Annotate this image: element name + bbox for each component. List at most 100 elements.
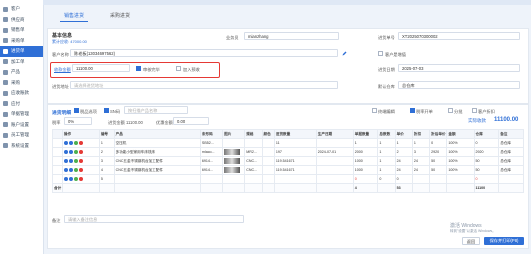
save-print-button[interactable]: 保存并打印(P8): [484, 237, 524, 245]
cell-n1[interactable]: 1: [377, 147, 396, 157]
cell-warehouse[interactable]: 总仓库: [498, 165, 524, 175]
sidebar-item[interactable]: 单据管理: [0, 109, 43, 120]
sidebar-item[interactable]: 产品: [0, 67, 43, 78]
cell-amount[interactable]: 0: [473, 174, 500, 184]
product-image-cell[interactable]: [222, 147, 246, 157]
cell-color[interactable]: [261, 156, 275, 166]
cell-barcode[interactable]: SB52...: [199, 138, 224, 148]
row-select-cell[interactable]: [52, 174, 63, 184]
cell-spec[interactable]: CNC...: [244, 165, 263, 175]
opt2-checkbox[interactable]: [104, 108, 109, 113]
move-icon[interactable]: [73, 158, 78, 163]
copy-icon[interactable]: [68, 140, 73, 145]
column-header[interactable]: 操作: [61, 129, 100, 139]
copy-icon[interactable]: [68, 158, 73, 163]
discount-field[interactable]: 0.00: [173, 117, 209, 125]
sidebar-item[interactable]: 采购: [0, 78, 43, 89]
sidebar-item[interactable]: 应付: [0, 99, 43, 110]
delete-icon[interactable]: [78, 167, 83, 172]
column-header[interactable]: 折后单价: [429, 129, 448, 139]
cell-date[interactable]: 2024-07-01: [315, 147, 354, 157]
cell-price[interactable]: 1: [411, 138, 431, 148]
prepay-checkbox[interactable]: [176, 66, 181, 71]
right-option-checkbox[interactable]: [372, 108, 377, 113]
cell-product[interactable]: 空压机: [113, 138, 201, 148]
column-header[interactable]: 生产日期: [315, 129, 354, 139]
cell-price[interactable]: [411, 174, 431, 184]
cell-n1[interactable]: 1: [377, 156, 396, 166]
cell-disc[interactable]: [429, 174, 448, 184]
column-header[interactable]: 产品: [113, 129, 201, 139]
customer-field[interactable]: 陈老板(13034697562): [70, 49, 338, 57]
cell-doc_qty[interactable]: 0: [352, 174, 379, 184]
move-icon[interactable]: [73, 167, 78, 172]
cell-dprice[interactable]: 100%: [446, 138, 475, 148]
cell-warehouse[interactable]: 总仓库: [498, 156, 524, 166]
address-field[interactable]: 请选择进货地址: [70, 81, 338, 89]
cell-no[interactable]: 2: [98, 147, 115, 157]
cell-no[interactable]: 1: [98, 138, 115, 148]
cell-barcode[interactable]: 6914...: [199, 165, 224, 175]
table-row[interactable]: 1 空压机 SB52... 11 1 1 1 1 0 100% 0 总仓库: [52, 138, 524, 148]
date-field[interactable]: 2025-07-03: [398, 64, 520, 72]
copy-icon[interactable]: [68, 149, 73, 154]
cell-date[interactable]: [315, 174, 354, 184]
right-option-checkbox[interactable]: [472, 108, 477, 113]
table-row[interactable]: 50000: [52, 174, 524, 184]
delete-icon[interactable]: [78, 158, 83, 163]
add-icon[interactable]: [63, 176, 68, 181]
move-icon[interactable]: [73, 149, 78, 154]
sidebar-item[interactable]: 系统设置: [0, 141, 43, 152]
cell-qty[interactable]: 11: [273, 138, 317, 148]
column-header[interactable]: 备注: [498, 129, 524, 139]
sidebar-item[interactable]: 客户: [0, 4, 43, 15]
product-image-cell[interactable]: [222, 138, 246, 148]
row-select-cell[interactable]: [52, 156, 63, 166]
tax-rate-select[interactable]: 0%: [64, 117, 92, 125]
cell-date[interactable]: [315, 156, 354, 166]
cell-doc_qty[interactable]: 1000: [352, 156, 379, 166]
cell-warehouse[interactable]: 总仓库: [498, 147, 524, 157]
add-icon[interactable]: [63, 158, 68, 163]
cell-amount[interactable]: 50: [473, 165, 500, 175]
column-header[interactable]: 金额: [446, 129, 475, 139]
copy-icon[interactable]: [68, 167, 73, 172]
row-select-cell[interactable]: [52, 147, 63, 157]
salesman-field[interactable]: mianzhang: [244, 32, 339, 40]
cell-barcode[interactable]: 6914...: [199, 156, 224, 166]
sidebar-item[interactable]: 进货单: [0, 46, 43, 57]
column-header[interactable]: 图片: [222, 129, 246, 139]
table-row[interactable]: 2 多功能小型家用车床铣床 mlaco... MR2... 197 2024-07-01 2…: [52, 147, 524, 157]
add-icon[interactable]: [63, 140, 68, 145]
received-amount-field[interactable]: 11100.00: [72, 64, 130, 72]
cell-product[interactable]: CNC五金不锈钢机台加工配件: [113, 165, 201, 175]
cell-barcode[interactable]: [199, 174, 224, 184]
cell-n2[interactable]: 24: [394, 156, 413, 166]
cell-n1[interactable]: 1: [377, 138, 396, 148]
column-header[interactable]: 单据数量: [352, 129, 379, 139]
cell-no[interactable]: 4: [98, 165, 115, 175]
remark-input[interactable]: 请输入备注信息: [64, 215, 244, 223]
column-header[interactable]: 编号: [98, 129, 115, 139]
edit-icon[interactable]: [342, 51, 347, 56]
copy-icon[interactable]: [68, 176, 73, 181]
opt1-checkbox[interactable]: [74, 108, 79, 113]
cell-color[interactable]: [261, 138, 275, 148]
cell-product[interactable]: [113, 174, 201, 184]
cell-disc[interactable]: 50: [429, 156, 448, 166]
cell-product[interactable]: CNC五金不锈钢机台加工配件: [113, 156, 201, 166]
cell-qty[interactable]: [273, 174, 317, 184]
cell-disc[interactable]: 0: [429, 138, 448, 148]
cell-color[interactable]: [261, 147, 275, 157]
sidebar-item[interactable]: 账户设置: [0, 120, 43, 131]
tab-sales-in[interactable]: 销售进货: [60, 10, 89, 22]
sidebar-item[interactable]: 销售单: [0, 25, 43, 36]
column-header[interactable]: 颜色: [261, 129, 275, 139]
warehouse-select[interactable]: 总仓库: [398, 81, 520, 89]
cell-amount[interactable]: 0: [473, 138, 500, 148]
product-search-input[interactable]: 按扫描产品名称: [124, 106, 188, 114]
cell-price[interactable]: 24: [411, 156, 431, 166]
cell-color[interactable]: [261, 165, 275, 175]
right-option-checkbox[interactable]: [448, 108, 453, 113]
tab-purchase-in[interactable]: 采购进货: [106, 10, 134, 22]
